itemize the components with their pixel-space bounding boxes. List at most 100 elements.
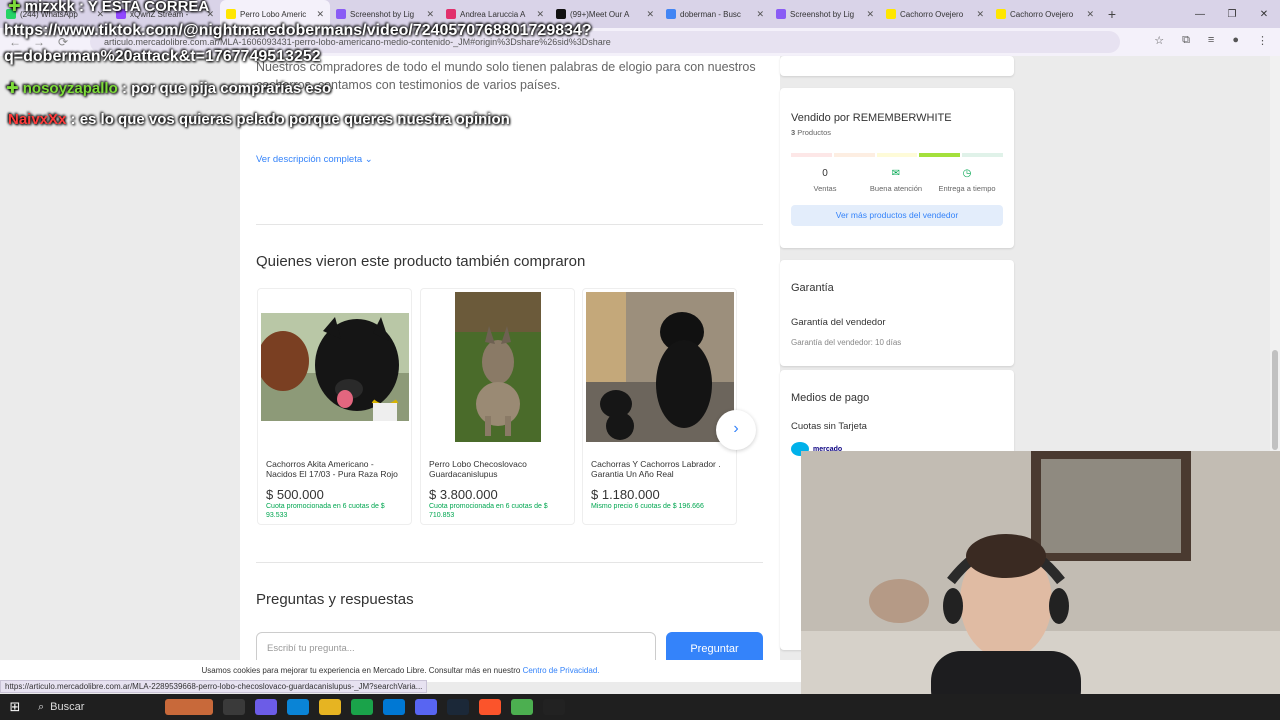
tab-bar: (244) WhatsApp ✕ xQwnZ Stream - ✕ Perro Lob… bbox=[0, 0, 1280, 28]
product-image bbox=[261, 292, 409, 442]
tab-close-icon[interactable]: ✕ bbox=[646, 9, 654, 20]
mail-icon[interactable] bbox=[383, 699, 405, 715]
metric-sales: 0 Ventas bbox=[790, 168, 860, 193]
seller-products-button[interactable]: Ver más productos del vendedor bbox=[791, 205, 1003, 226]
tab-label: Andrea Laruccia A bbox=[460, 9, 526, 19]
obs-icon[interactable] bbox=[543, 699, 565, 715]
carousel-next-button[interactable]: › bbox=[716, 410, 756, 450]
privacy-center-link[interactable]: Centro de Privacidad. bbox=[523, 666, 600, 675]
tab-close-icon[interactable]: ✕ bbox=[1086, 9, 1094, 20]
chevron-down-icon: ⌄ bbox=[364, 154, 373, 165]
seller-products-count: 3 Productos bbox=[791, 128, 831, 137]
maximize-icon[interactable]: ❐ bbox=[1216, 9, 1248, 20]
product-image bbox=[586, 292, 734, 442]
store-icon[interactable] bbox=[351, 699, 373, 715]
product-title[interactable]: Perro Lobo Checoslovaco Guardacanislupus bbox=[429, 459, 569, 479]
browser-tab[interactable]: (244) WhatsApp ✕ bbox=[0, 0, 110, 28]
tab-close-icon[interactable]: ✕ bbox=[96, 9, 104, 20]
browser-tab[interactable]: Perro Lobo Americ ✕ bbox=[220, 0, 330, 28]
tab-close-icon[interactable]: ✕ bbox=[536, 9, 544, 20]
profile-icon[interactable]: ● bbox=[1232, 34, 1239, 47]
tab-favicon-icon bbox=[336, 9, 346, 19]
tab-favicon-icon bbox=[996, 9, 1006, 19]
tab-favicon-icon bbox=[886, 9, 896, 19]
warranty-detail: Garantía del vendedor: 10 días bbox=[791, 338, 902, 347]
chat-badge-icon: ✚ bbox=[6, 80, 19, 97]
product-installments: Cuota promocionada en 6 cuotas de $ 93.5… bbox=[266, 503, 385, 519]
browser-tab[interactable]: (99+)Meet Our A ✕ bbox=[550, 0, 660, 28]
product-price: $ 1.180.000 bbox=[591, 487, 660, 502]
see-full-description-label: Ver descripción completa bbox=[256, 154, 363, 165]
status-url: https://articulo.mercadolibre.com.ar/MLA… bbox=[0, 680, 428, 693]
thermometer-segment bbox=[833, 153, 875, 157]
thermometer-segment bbox=[876, 153, 918, 157]
product-page: Nuestros compradores de todo el mundo so… bbox=[240, 56, 780, 666]
browser-tab[interactable]: Cachorro Ovejero ✕ bbox=[990, 0, 1100, 28]
tab-favicon-icon bbox=[666, 9, 676, 19]
back-icon[interactable]: ← bbox=[8, 35, 22, 49]
extensions-icon[interactable]: ⧉ bbox=[1182, 34, 1190, 47]
thermometer-segment bbox=[962, 153, 1003, 157]
product-card[interactable]: Cachorros Akita Americano - Nacidos El 1… bbox=[257, 288, 412, 525]
scroll-thumb[interactable] bbox=[1272, 350, 1278, 450]
browser-tab[interactable]: xQwnZ Stream - ✕ bbox=[110, 0, 220, 28]
menu-icon[interactable]: ⋮ bbox=[1257, 34, 1268, 47]
browser-tab[interactable]: Screenshot by Lig ✕ bbox=[770, 0, 880, 28]
seller-card: Vendido por REMEMBERWHITE 3 Productos 0 V… bbox=[780, 88, 1014, 248]
browser-tab[interactable]: Cachorro Ovejero ✕ bbox=[880, 0, 990, 28]
product-card[interactable]: Cachorras Y Cachorros Labrador . Garanti… bbox=[582, 288, 737, 525]
product-price: $ 3.800.000 bbox=[429, 487, 498, 502]
browser-tab[interactable]: Andrea Laruccia A ✕ bbox=[440, 0, 550, 28]
taskbar-search[interactable]: ⌕ Buscar bbox=[30, 696, 160, 718]
cookie-text: Usamos cookies para mejorar tu experienc… bbox=[201, 666, 521, 675]
media-icon[interactable]: ≡ bbox=[1208, 34, 1214, 47]
discord-icon[interactable] bbox=[415, 699, 437, 715]
copilot-icon[interactable] bbox=[255, 699, 277, 715]
window-controls: — ❐ ✕ bbox=[1184, 9, 1280, 20]
sidebar-card-top bbox=[780, 56, 1014, 76]
tab-favicon-icon bbox=[776, 9, 786, 19]
questions-title: Preguntas y respuestas bbox=[256, 591, 414, 608]
product-title[interactable]: Cachorros Akita Americano - Nacidos El 1… bbox=[266, 459, 406, 479]
tab-favicon-icon bbox=[116, 9, 126, 19]
payment-sub: Cuotas sin Tarjeta bbox=[791, 421, 867, 432]
reload-icon[interactable]: ⟳ bbox=[56, 35, 70, 49]
product-title[interactable]: Cachorras Y Cachorros Labrador . Garanti… bbox=[591, 459, 731, 479]
chat-user: NaivxXx bbox=[8, 111, 67, 128]
tab-label: xQwnZ Stream - bbox=[130, 9, 189, 19]
steam-icon[interactable] bbox=[447, 699, 469, 715]
url-field[interactable]: articulo.mercadolibre.com.ar/MLA-1606093… bbox=[90, 31, 1120, 53]
warranty-sub: Garantía del vendedor bbox=[791, 317, 886, 328]
chat-user: nosoyzapallo bbox=[22, 80, 118, 97]
metric-attention: ✉ Buena atención bbox=[861, 168, 931, 193]
minimize-icon[interactable]: — bbox=[1184, 9, 1216, 20]
tab-label: Cachorro Ovejero bbox=[1010, 9, 1074, 19]
product-card[interactable]: Perro Lobo Checoslovaco Guardacanislupus… bbox=[420, 288, 575, 525]
forward-icon[interactable]: → bbox=[32, 35, 46, 49]
edge-icon[interactable] bbox=[287, 699, 309, 715]
sales-label: Ventas bbox=[813, 184, 837, 193]
tab-label: (99+)Meet Our A bbox=[570, 9, 630, 19]
bookmark-star-icon[interactable]: ☆ bbox=[1154, 34, 1164, 47]
tab-close-icon[interactable]: ✕ bbox=[206, 9, 214, 20]
chat-check-icon: ✉ bbox=[891, 168, 901, 179]
tab-label: Screenshot by Lig bbox=[790, 9, 855, 19]
tab-close-icon[interactable]: ✕ bbox=[756, 9, 764, 20]
file-explorer-icon[interactable] bbox=[319, 699, 341, 715]
close-window-icon[interactable]: ✕ bbox=[1248, 9, 1280, 20]
brave-icon[interactable] bbox=[479, 699, 501, 715]
browser-tab[interactable]: doberman - Busc ✕ bbox=[660, 0, 770, 28]
tab-close-icon[interactable]: ✕ bbox=[316, 9, 324, 20]
product-price: $ 500.000 bbox=[266, 487, 324, 502]
new-tab-button[interactable]: + bbox=[1100, 6, 1124, 22]
browser-tab[interactable]: Screenshot by Lig ✕ bbox=[330, 0, 440, 28]
windows-start-icon[interactable]: ⊞ bbox=[0, 699, 30, 715]
chrome-icon[interactable] bbox=[511, 699, 533, 715]
tab-close-icon[interactable]: ✕ bbox=[976, 9, 984, 20]
tab-close-icon[interactable]: ✕ bbox=[866, 9, 874, 20]
task-view-icon[interactable] bbox=[223, 699, 245, 715]
divider bbox=[256, 224, 763, 225]
tab-close-icon[interactable]: ✕ bbox=[426, 9, 434, 20]
clock-check-icon: ◷ bbox=[962, 168, 972, 179]
see-full-description-link[interactable]: Ver descripción completa ⌄ bbox=[256, 154, 373, 165]
